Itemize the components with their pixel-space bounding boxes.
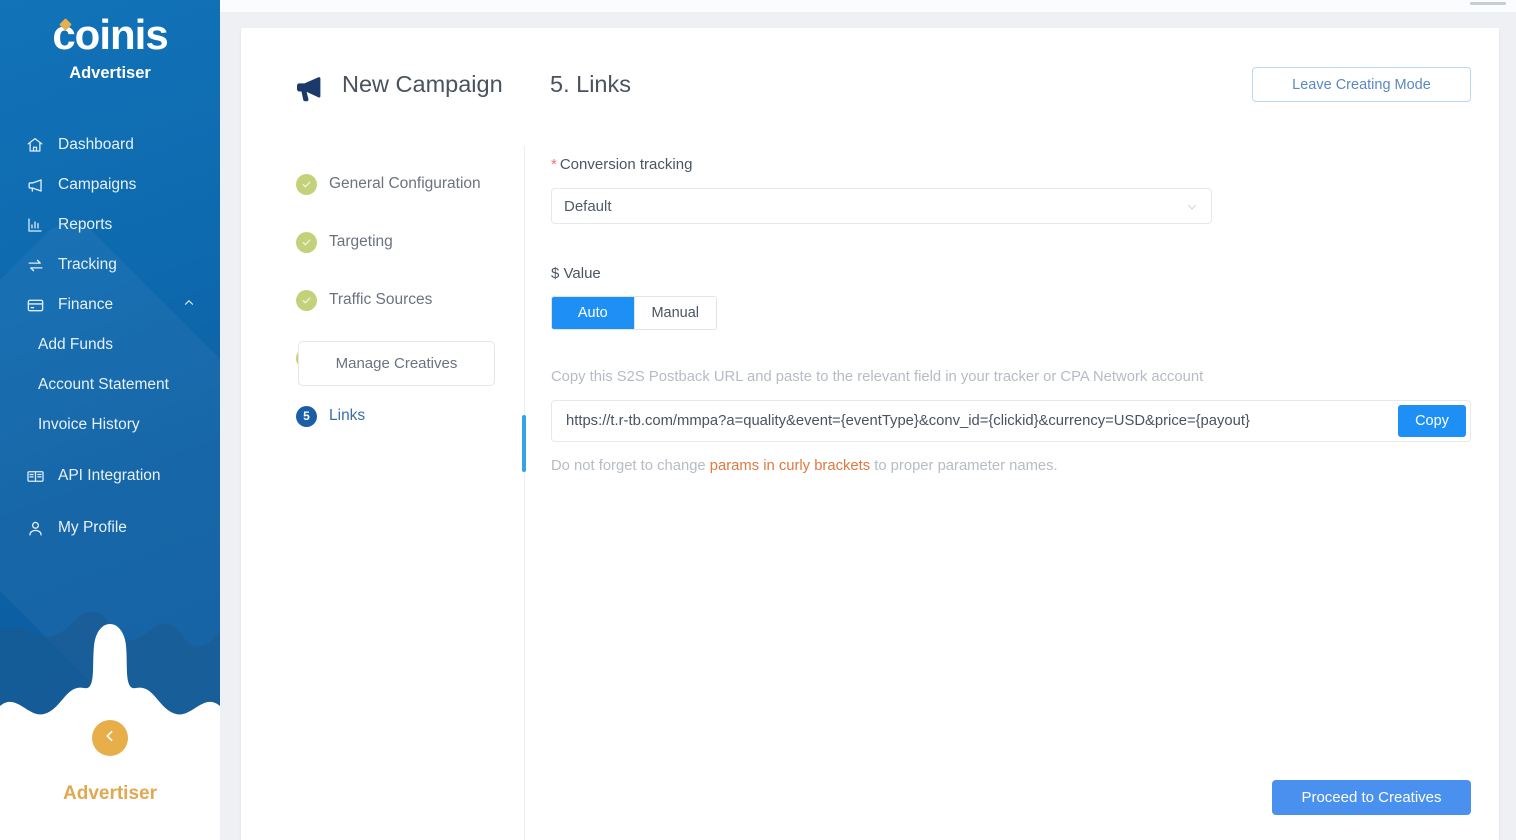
step-links[interactable]: 5 Links xyxy=(296,400,511,432)
sidebar-item-dashboard[interactable]: Dashboard xyxy=(0,125,220,165)
postback-url-field[interactable]: https://t.r-tb.com/mmpa?a=quality&event=… xyxy=(551,400,1471,442)
sidebar-item-label: Campaigns xyxy=(58,176,137,193)
sidebar-item-label: Dashboard xyxy=(58,136,134,153)
active-step-indicator xyxy=(522,415,526,472)
value-mode-auto-button[interactable]: Auto xyxy=(552,297,634,329)
step-traffic-sources[interactable]: Traffic Sources xyxy=(296,284,511,316)
sidebar-item-finance[interactable]: Finance xyxy=(0,285,220,325)
sidebar-item-label: API Integration xyxy=(58,467,161,484)
sidebar: coinis Advertiser Dashboard Campaigns Re… xyxy=(0,0,220,840)
postback-url-value: https://t.r-tb.com/mmpa?a=quality&event=… xyxy=(566,413,1250,429)
copy-button[interactable]: Copy xyxy=(1398,405,1466,437)
step-label: Links xyxy=(329,407,366,424)
transfer-arrows-icon xyxy=(24,255,46,275)
top-cut-element xyxy=(1470,2,1506,5)
step-label: General Configuration xyxy=(329,175,481,192)
proceed-to-creatives-button[interactable]: Proceed to Creatives xyxy=(1272,780,1471,815)
megaphone-icon xyxy=(293,74,327,109)
postback-hint: Copy this S2S Postback URL and paste to … xyxy=(551,369,1204,385)
sidebar-item-label: Add Funds xyxy=(38,336,113,353)
sidebar-item-label: Invoice History xyxy=(38,416,140,433)
check-circle-icon xyxy=(296,289,317,311)
book-icon xyxy=(24,466,46,486)
bar-chart-icon xyxy=(24,215,46,235)
chevron-left-icon xyxy=(102,728,118,749)
chevron-up-icon[interactable] xyxy=(182,296,196,315)
home-icon xyxy=(24,135,46,155)
value-label: $ Value xyxy=(551,265,601,282)
step-general-configuration[interactable]: General Configuration xyxy=(296,168,511,200)
credit-card-icon xyxy=(24,295,46,315)
conversion-tracking-label: Conversion tracking xyxy=(559,156,693,173)
note-highlight: params in curly brackets xyxy=(709,458,871,474)
check-circle-icon xyxy=(296,231,317,253)
brand-logo-text: coinis xyxy=(52,11,168,58)
check-circle-icon xyxy=(296,173,317,195)
sidebar-item-label: Account Statement xyxy=(38,376,169,393)
sidebar-collapse-button[interactable] xyxy=(92,720,128,756)
chevron-down-icon xyxy=(1185,200,1199,219)
step-title: 5. Links xyxy=(550,71,631,97)
note-suffix: to proper parameter names. xyxy=(870,458,1058,474)
sidebar-item-invoice-history[interactable]: Invoice History xyxy=(0,405,220,445)
step-number-badge: 5 xyxy=(296,405,317,427)
sidebar-item-label: Reports xyxy=(58,216,113,233)
leave-creating-mode-button[interactable]: Leave Creating Mode xyxy=(1252,67,1471,102)
step-targeting[interactable]: Targeting xyxy=(296,226,511,258)
note-prefix: Do not forget to change xyxy=(551,458,710,474)
sidebar-item-label: Finance xyxy=(58,296,114,313)
page-title: New Campaign xyxy=(342,71,503,97)
sidebar-item-my-profile[interactable]: My Profile xyxy=(0,508,220,548)
top-strip xyxy=(220,0,1516,12)
links-form: * Conversion tracking Default $ Value Aut… xyxy=(551,156,1481,474)
required-asterisk: * xyxy=(551,156,557,173)
sidebar-item-label: My Profile xyxy=(58,519,127,536)
step-number: 5 xyxy=(303,409,310,423)
manage-creatives-button[interactable]: Manage Creatives xyxy=(298,341,495,386)
sidebar-item-api-integration[interactable]: API Integration xyxy=(0,456,220,496)
sidebar-item-reports[interactable]: Reports xyxy=(0,205,220,245)
sidebar-nav: Dashboard Campaigns Reports Tracking Fin… xyxy=(0,125,220,548)
sidebar-item-account-statement[interactable]: Account Statement xyxy=(0,365,220,405)
value-mode-manual-button[interactable]: Manual xyxy=(634,297,716,329)
conversion-tracking-selected-value: Default xyxy=(564,197,612,215)
sidebar-item-add-funds[interactable]: Add Funds xyxy=(0,325,220,365)
sidebar-footer-label: Advertiser xyxy=(63,783,157,804)
sidebar-item-campaigns[interactable]: Campaigns xyxy=(0,165,220,205)
megaphone-icon xyxy=(24,175,46,195)
value-mode-toggle: Auto Manual xyxy=(551,296,717,330)
conversion-tracking-select[interactable]: Default xyxy=(551,188,1212,224)
postback-note: Do not forget to change params in curly … xyxy=(551,458,1481,474)
sidebar-item-label: Tracking xyxy=(58,256,117,273)
brand-role-label: Advertiser xyxy=(69,64,151,82)
content-card: New Campaign 5. Links Leave Creating Mod… xyxy=(241,28,1499,840)
step-label: Traffic Sources xyxy=(329,291,433,308)
steps-divider xyxy=(524,146,525,840)
card-header: New Campaign 5. Links Leave Creating Mod… xyxy=(241,28,1499,146)
user-icon xyxy=(24,518,46,538)
brand-logo: coinis xyxy=(0,8,220,62)
conversion-tracking-label-row: * Conversion tracking xyxy=(551,156,1481,174)
sidebar-item-tracking[interactable]: Tracking xyxy=(0,245,220,285)
steps-list: General Configuration Targeting Traffic … xyxy=(296,168,511,458)
step-label: Targeting xyxy=(329,233,393,250)
